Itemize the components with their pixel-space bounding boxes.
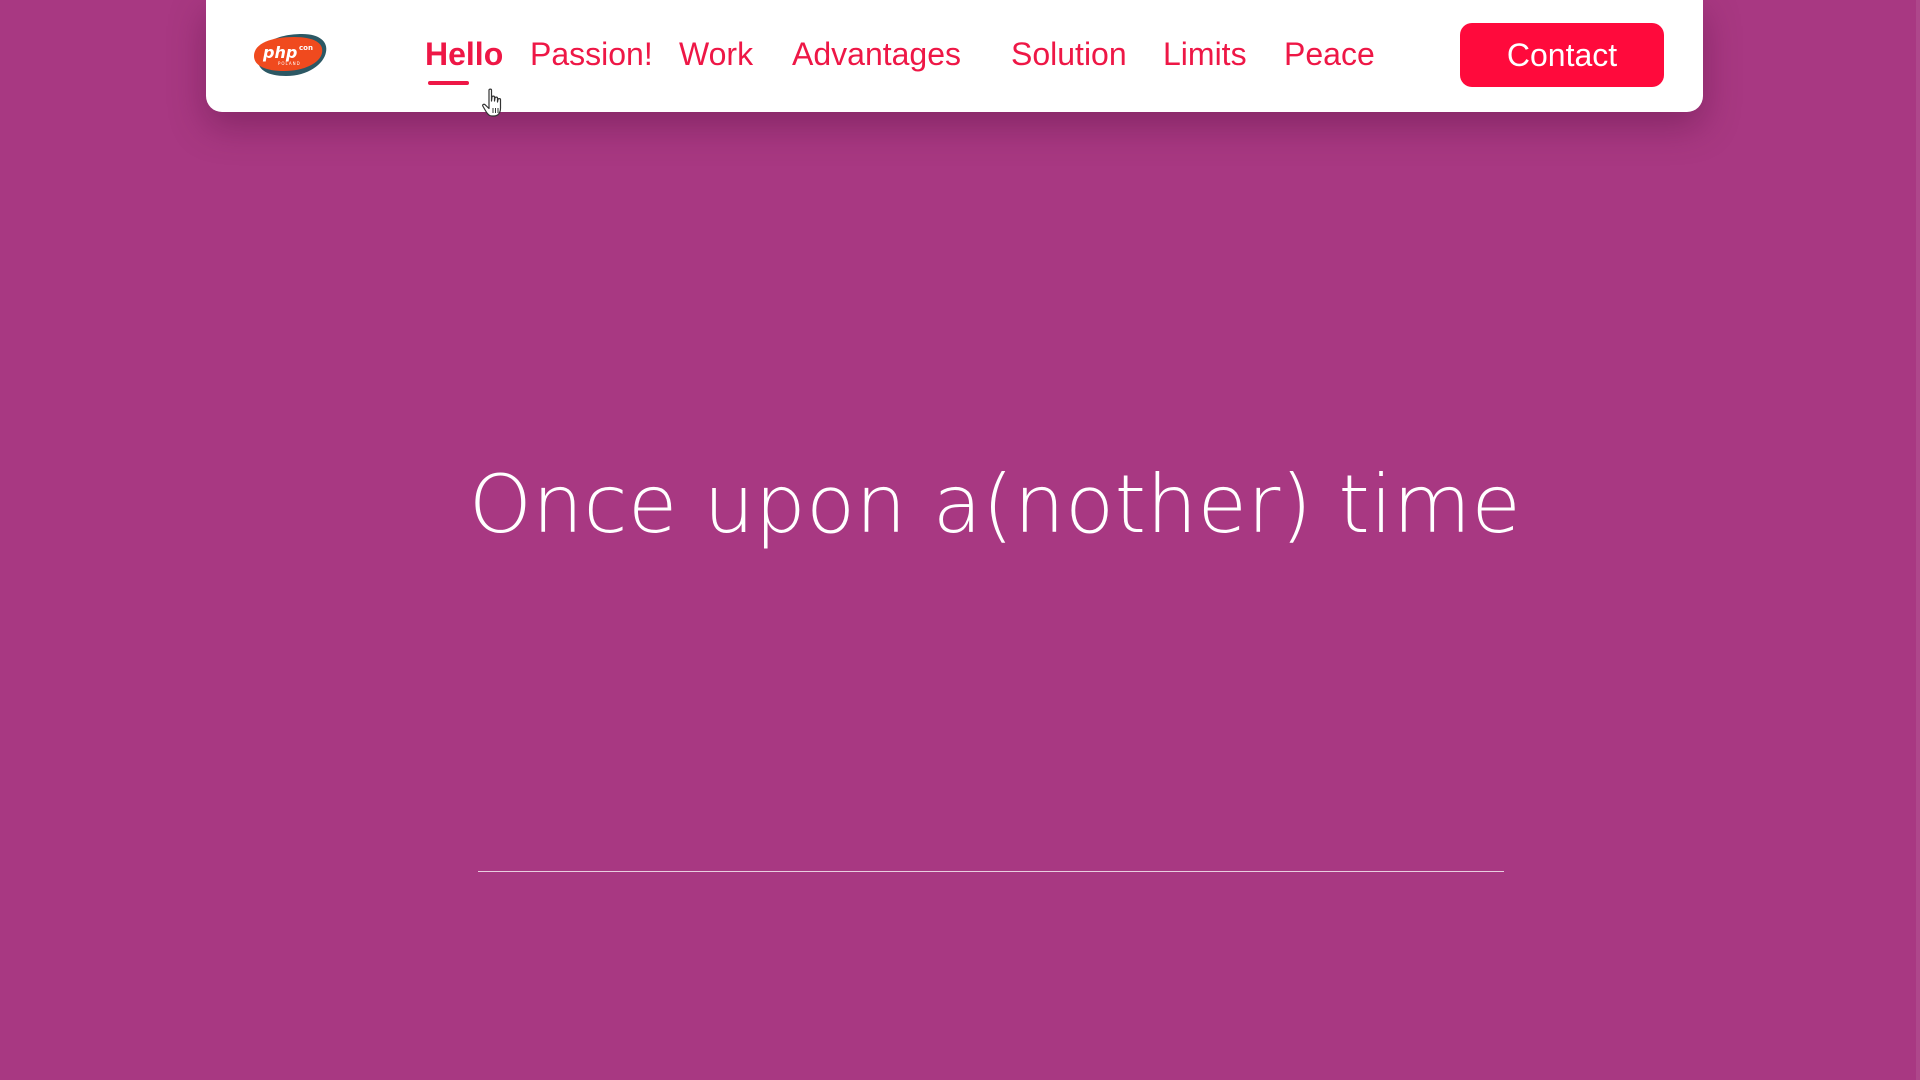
nav-item-passion[interactable]: Passion! bbox=[530, 34, 653, 74]
nav-item-limits[interactable]: Limits bbox=[1163, 34, 1247, 74]
top-navbar: php con POLAND Hello Passion! Work Advan… bbox=[206, 0, 1703, 117]
contact-button[interactable]: Contact bbox=[1460, 23, 1664, 87]
logo-subtext: POLAND bbox=[278, 61, 301, 66]
page: php con POLAND Hello Passion! Work Advan… bbox=[0, 0, 1920, 1080]
phpcon-logo[interactable]: php con POLAND bbox=[250, 30, 330, 80]
nav-item-hello[interactable]: Hello bbox=[425, 34, 503, 74]
logo-superscript: con bbox=[299, 44, 313, 52]
logo-text: php bbox=[262, 43, 297, 62]
nav-item-advantages[interactable]: Advantages bbox=[792, 34, 961, 74]
active-nav-indicator bbox=[428, 81, 469, 85]
phpcon-logo-icon: php con POLAND bbox=[254, 34, 327, 76]
nav-item-solution[interactable]: Solution bbox=[1011, 34, 1127, 74]
window-edge bbox=[1916, 0, 1920, 1080]
nav-item-peace[interactable]: Peace bbox=[1284, 34, 1375, 74]
section-divider bbox=[478, 871, 1504, 872]
hero-title: Once upon a(nother) time bbox=[468, 458, 1522, 551]
nav-item-work[interactable]: Work bbox=[679, 34, 753, 74]
hand-cursor-icon bbox=[481, 88, 507, 118]
